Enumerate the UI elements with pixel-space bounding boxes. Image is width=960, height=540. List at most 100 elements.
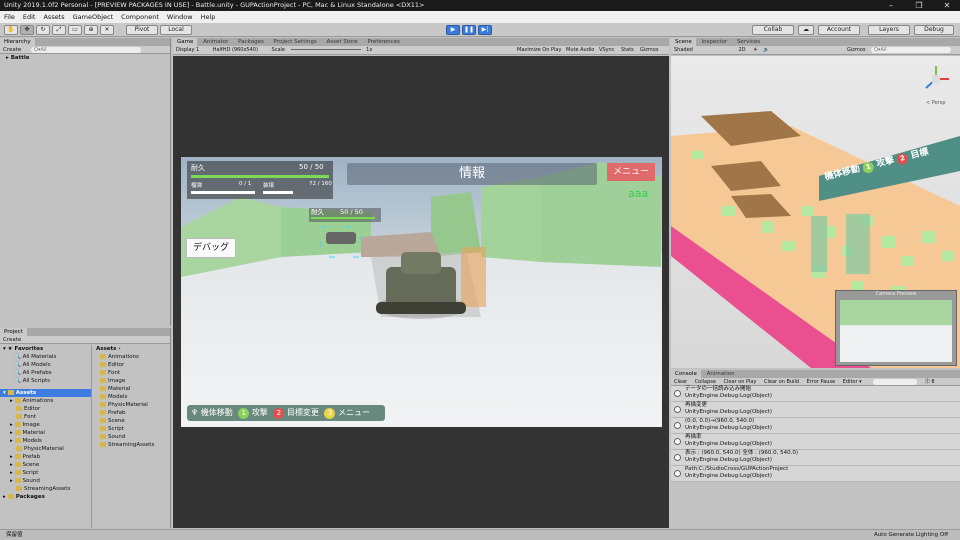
asset-folder[interactable]: ▸ Script [0, 469, 91, 477]
gizmos-dropdown[interactable]: Gizmos [640, 46, 658, 54]
local-button[interactable]: Local [160, 25, 192, 35]
asset-list-item[interactable]: Script [94, 425, 171, 433]
scene-root-item[interactable]: ▸ Battle [0, 54, 170, 62]
rect-tool-icon[interactable]: ▭ [68, 25, 82, 35]
resolution-dropdown[interactable]: HalfHD (960x540) [213, 47, 258, 53]
asset-list-item[interactable]: Editor [94, 361, 171, 369]
tab-packages[interactable]: Packages [234, 38, 268, 46]
lighting-icon[interactable]: ☀ [753, 47, 757, 53]
asset-folder[interactable]: ▸ Material [0, 429, 91, 437]
asset-list-item[interactable]: Scene [94, 417, 171, 425]
tab-asset-store[interactable]: Asset Store [322, 38, 361, 46]
console-entry[interactable]: 再描変更 UnityEngine.Debug:Log(Object) [671, 402, 960, 418]
console-entry[interactable]: 表示 : (960.0, 540.0) 全体 : (960.0, 540.0) U… [671, 450, 960, 466]
game-viewport[interactable]: 耐久 50 / 50 榴弾 0 / 1 装填 72 / 160 情報 メニュー … [181, 157, 662, 427]
step-button[interactable]: ▶| [478, 25, 492, 35]
console-clear-on-play-button[interactable]: Clear on Play [724, 379, 757, 385]
console-collapse-button[interactable]: Collapse [695, 379, 716, 385]
collab-button[interactable]: Collab [752, 25, 794, 35]
favorite-item[interactable]: 🔍 All Scripts [0, 377, 91, 385]
tab-scene[interactable]: Scene [671, 38, 696, 46]
favorites-header[interactable]: ▾ ★ Favorites [0, 345, 91, 353]
asset-folder[interactable]: ▸ Scene [0, 461, 91, 469]
console-entry[interactable]: 再描率 UnityEngine.Debug:Log(Object) [671, 434, 960, 450]
audio-icon[interactable]: 🔈 [763, 47, 769, 53]
asset-list-item[interactable]: Animations [94, 353, 171, 361]
menu-button[interactable]: メニュー [607, 163, 655, 181]
console-entry[interactable]: データの一括読み込み開始 UnityEngine.Debug:Log(Object… [671, 386, 960, 402]
tab-animator[interactable]: Animator [199, 38, 232, 46]
play-button[interactable]: ▶ [446, 25, 460, 35]
asset-folder[interactable]: Editor [0, 405, 91, 413]
menu-file[interactable]: File [0, 11, 19, 23]
console-search-input[interactable] [873, 378, 918, 385]
packages-header[interactable]: ▸ Packages [0, 493, 91, 501]
transform-tool-icon[interactable]: ⊕ [84, 25, 98, 35]
asset-list-item[interactable]: Prefab [94, 409, 171, 417]
asset-folder[interactable]: ▸ Animations [0, 397, 91, 405]
asset-list-item[interactable]: StreamingAssets [94, 441, 171, 449]
console-clear-on-build-button[interactable]: Clear on Build [764, 379, 799, 385]
display-dropdown[interactable]: Display 1 [176, 47, 199, 53]
perspective-label[interactable]: < Persp [926, 100, 946, 106]
favorite-item[interactable]: 🔍 All Materials [0, 353, 91, 361]
2d-toggle[interactable]: 2D [738, 47, 745, 53]
vsync-toggle[interactable]: VSync [599, 46, 614, 54]
scene-view[interactable]: 機体移動 1 攻撃 2 目標 < Persp Camera Preview [671, 56, 960, 368]
scene-gizmo-axis[interactable] [921, 64, 951, 94]
tab-animation[interactable]: Animation [703, 370, 739, 378]
tab-services[interactable]: Services [733, 38, 764, 46]
console-entry[interactable]: (0.0, 0.0)→(960.0, 540.0) UnityEngine.Deb… [671, 418, 960, 434]
close-icon[interactable]: ✕ [934, 0, 960, 11]
assets-header[interactable]: ▾ Assets [0, 389, 91, 397]
move-tool-icon[interactable]: ✥ [20, 25, 34, 35]
console-error-pause-button[interactable]: Error Pause [807, 379, 835, 385]
tab-console[interactable]: Console [671, 370, 701, 378]
favorite-item[interactable]: 🔍 All Prefabs [0, 369, 91, 377]
menu-edit[interactable]: Edit [19, 11, 40, 23]
scale-slider[interactable] [290, 49, 361, 50]
tab-inspector[interactable]: Inspector [698, 38, 732, 46]
account-dropdown[interactable]: Account [818, 25, 860, 35]
shading-mode-dropdown[interactable]: Shaded [674, 47, 693, 53]
menu-window[interactable]: Window [163, 11, 197, 23]
menu-assets[interactable]: Assets [39, 11, 68, 23]
tab-game[interactable]: Game [173, 38, 198, 46]
custom-tool-icon[interactable]: ✕ [100, 25, 114, 35]
console-entry[interactable]: Path:C:/StudioCross/GUPActionProject Unit… [671, 466, 960, 482]
asset-list-item[interactable]: Sound [94, 433, 171, 441]
maximize-on-play-toggle[interactable]: Maximize On Play [517, 46, 561, 54]
asset-list-item[interactable]: Models [94, 393, 171, 401]
cloud-icon[interactable]: ☁ [798, 25, 814, 35]
hierarchy-search-input[interactable]: Q▾All [31, 46, 142, 53]
asset-list-item[interactable]: Font [94, 369, 171, 377]
hand-tool-icon[interactable]: ✋ [4, 25, 18, 35]
console-clear-button[interactable]: Clear [674, 379, 687, 385]
asset-list-item[interactable]: Image [94, 377, 171, 385]
mute-audio-toggle[interactable]: Mute Audio [566, 46, 594, 54]
hierarchy-create-button[interactable]: Create [3, 47, 21, 53]
debug-button[interactable]: デバッグ [186, 238, 236, 258]
rotate-tool-icon[interactable]: ↻ [36, 25, 50, 35]
console-log-count[interactable]: ⓵ 8 [925, 379, 935, 385]
asset-folder[interactable]: ▸ Sound [0, 477, 91, 485]
favorite-item[interactable]: 🔍 All Models [0, 361, 91, 369]
scene-search-input[interactable]: Q▾All [871, 47, 951, 53]
menu-component[interactable]: Component [117, 11, 163, 23]
tab-project[interactable]: Project [0, 328, 27, 336]
asset-list-item[interactable]: PhysicMaterial [94, 401, 171, 409]
layout-dropdown[interactable]: Debug [914, 25, 954, 35]
project-create-button[interactable]: Create [3, 337, 21, 343]
asset-list-item[interactable]: Material [94, 385, 171, 393]
asset-folder[interactable]: Font [0, 413, 91, 421]
project-breadcrumb[interactable]: Assets › [94, 345, 171, 353]
asset-folder[interactable]: ▸ Prefab [0, 453, 91, 461]
maximize-icon[interactable]: ❐ [906, 0, 932, 11]
scale-tool-icon[interactable]: ⤢ [52, 25, 66, 35]
layers-dropdown[interactable]: Layers [868, 25, 910, 35]
pause-button[interactable]: ❚❚ [462, 25, 476, 35]
asset-folder[interactable]: PhysicMaterial [0, 445, 91, 453]
tab-project-settings[interactable]: Project Settings [270, 38, 321, 46]
pivot-button[interactable]: Pivot [126, 25, 158, 35]
minimize-icon[interactable]: – [878, 0, 904, 11]
